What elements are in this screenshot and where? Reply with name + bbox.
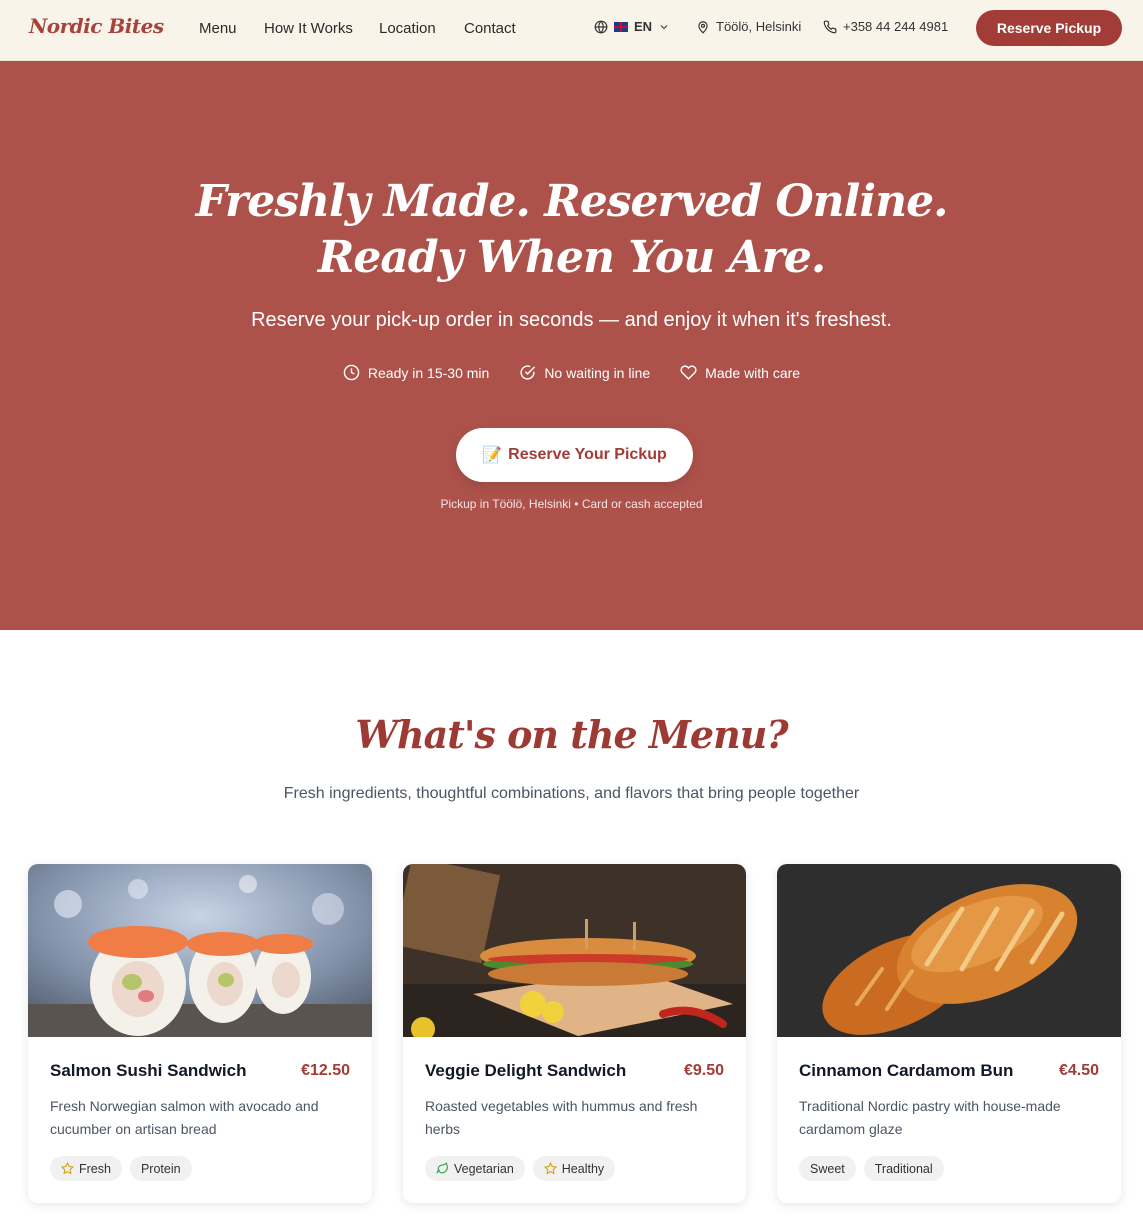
nav-contact[interactable]: Contact xyxy=(464,20,516,37)
feature-label: Made with care xyxy=(705,364,801,381)
tag-list: Vegetarian Healthy xyxy=(425,1156,616,1181)
clock-icon xyxy=(343,364,360,381)
phone-icon xyxy=(823,20,837,33)
tag-label: Protein xyxy=(140,1161,181,1176)
logo[interactable]: Nordic Bites xyxy=(29,14,164,38)
feature-made-with-care: Made with care xyxy=(680,364,800,381)
chevron-down-icon xyxy=(660,24,668,29)
hero-section: Freshly Made. Reserved Online. Ready Whe… xyxy=(0,61,1143,630)
tag-protein: Protein xyxy=(129,1156,192,1181)
hero-title-line1: Freshly Made. Reserved Online. xyxy=(195,176,949,227)
item-description: Fresh Norwegian salmon with avocado and … xyxy=(50,1098,319,1137)
phone-text: +358 44 244 4981 xyxy=(843,19,949,34)
location-text: Töölö, Helsinki xyxy=(716,19,802,34)
nav-location[interactable]: Location xyxy=(379,20,436,37)
menu-section-title: What's on the Menu? xyxy=(355,712,788,757)
phone-link[interactable]: +358 44 244 4981 xyxy=(823,19,948,34)
tag-label: Traditional xyxy=(874,1161,933,1176)
item-price: €12.50 xyxy=(301,1062,350,1079)
menu-card-veggie-delight[interactable]: Veggie Delight Sandwich €9.50 Roasted ve… xyxy=(403,864,746,1203)
item-description: Roasted vegetables with hummus and fresh… xyxy=(425,1098,698,1137)
reserve-pickup-button[interactable]: Reserve Pickup xyxy=(976,10,1122,46)
item-description: Traditional Nordic pastry with house-mad… xyxy=(799,1098,1061,1137)
hero-subtitle: Reserve your pick-up order in seconds — … xyxy=(251,309,892,331)
feature-ready-time: Ready in 15-30 min xyxy=(343,364,489,381)
tag-healthy: Healthy xyxy=(532,1156,616,1181)
star-icon xyxy=(61,1162,74,1175)
item-price: €4.50 xyxy=(1058,1062,1099,1079)
feature-label: No waiting in line xyxy=(544,364,651,381)
heart-icon xyxy=(680,365,697,380)
menu-card-cinnamon-bun[interactable]: Cinnamon Cardamom Bun €4.50 Traditional … xyxy=(777,864,1121,1203)
tag-label: Healthy xyxy=(561,1161,605,1176)
tag-list: Fresh Protein xyxy=(50,1156,192,1181)
language-selector[interactable]: EN xyxy=(594,19,670,34)
feature-label: Ready in 15-30 min xyxy=(367,364,490,381)
site-header: Nordic Bites Menu How It Works Location … xyxy=(0,0,1143,61)
feature-list: Ready in 15-30 min No waiting in line Ma… xyxy=(0,364,1143,381)
tag-label: Sweet xyxy=(810,1161,845,1176)
item-name: Cinnamon Cardamom Bun xyxy=(799,1061,1014,1080)
leaf-icon xyxy=(436,1162,448,1174)
tag-fresh: Fresh xyxy=(50,1156,122,1181)
tag-label: Vegetarian xyxy=(454,1161,514,1176)
nav-how-it-works[interactable]: How It Works xyxy=(264,20,353,37)
feature-no-waiting: No waiting in line xyxy=(519,364,650,381)
globe-icon xyxy=(594,20,608,33)
item-name: Veggie Delight Sandwich xyxy=(425,1061,627,1080)
item-price: €9.50 xyxy=(683,1062,724,1079)
tag-sweet: Sweet xyxy=(799,1156,856,1181)
hero-title-line2: Ready When You Are. xyxy=(317,232,826,283)
nav-menu[interactable]: Menu xyxy=(199,20,237,37)
bun-image xyxy=(777,864,1121,1037)
card-body: Cinnamon Cardamom Bun €4.50 Traditional … xyxy=(799,1061,1099,1141)
uk-flag-icon xyxy=(614,21,628,32)
pickup-note: Pickup in Töölö, Helsinki • Card or cash… xyxy=(440,497,703,511)
check-circle-icon xyxy=(520,365,536,380)
menu-section-subtitle: Fresh ingredients, thoughtful combinatio… xyxy=(283,785,860,802)
card-body: Salmon Sushi Sandwich €12.50 Fresh Norwe… xyxy=(50,1061,350,1141)
card-body: Veggie Delight Sandwich €9.50 Roasted ve… xyxy=(425,1061,724,1141)
menu-card-salmon-sushi[interactable]: Salmon Sushi Sandwich €12.50 Fresh Norwe… xyxy=(28,864,372,1203)
tag-vegetarian: Vegetarian xyxy=(425,1156,525,1181)
tag-list: Sweet Traditional xyxy=(799,1156,944,1181)
star-icon xyxy=(543,1162,557,1175)
language-code: EN xyxy=(634,19,653,34)
tag-label: Fresh xyxy=(79,1161,111,1176)
reserve-your-pickup-button[interactable]: 📝 Reserve Your Pickup xyxy=(456,428,693,482)
tag-traditional: Traditional xyxy=(863,1156,944,1181)
map-pin-icon xyxy=(698,20,708,34)
sushi-image xyxy=(28,864,372,1037)
cta-label: Reserve Your Pickup xyxy=(508,446,667,463)
memo-icon: 📝 xyxy=(482,447,503,464)
sandwich-image xyxy=(403,864,746,1037)
location-info: Töölö, Helsinki xyxy=(696,19,801,34)
